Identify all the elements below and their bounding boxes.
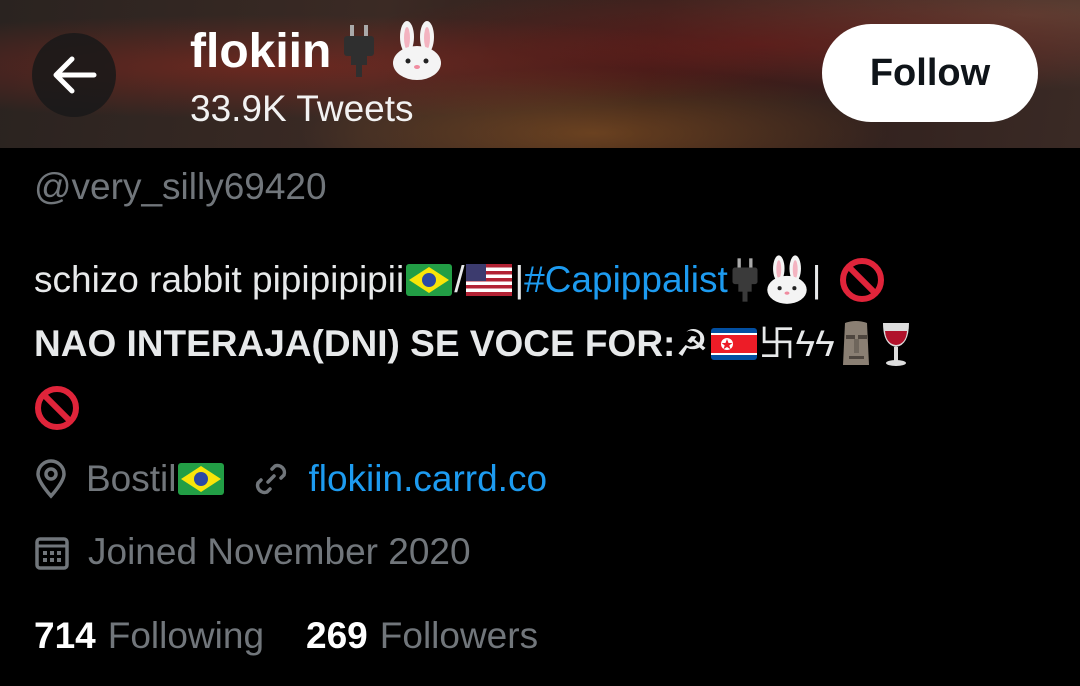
header-display-name: flokiin	[190, 21, 445, 81]
link-icon	[252, 460, 290, 498]
bio-dni-text: NAO INTERAJA(DNI) SE VOCE FOR:	[34, 323, 676, 364]
profile-bio: schizo rabbit pipipipipii / | #Capippali…	[34, 248, 1054, 440]
following-label: Following	[107, 615, 265, 656]
hammer-sickle-symbol: ☭	[675, 323, 709, 364]
us-flag-icon	[466, 264, 513, 296]
following-count: 714	[34, 615, 96, 656]
prohibited-icon	[839, 257, 885, 303]
followers-stat-link[interactable]: 269 Followers	[306, 615, 538, 657]
header-tweet-count: 33.9K Tweets	[190, 88, 414, 129]
followers-label: Followers	[379, 615, 539, 656]
display-name-text: flokiin	[190, 24, 332, 78]
brazil-flag-icon	[406, 264, 453, 296]
calendar-icon	[34, 533, 70, 571]
profile-header-banner: flokiin 33.9K Tweets Follow	[0, 0, 1080, 148]
back-button[interactable]	[32, 33, 116, 117]
arrow-left-icon	[50, 55, 98, 95]
plug-icon	[341, 25, 377, 77]
north-korea-flag-icon	[710, 328, 757, 360]
profile-handle: @very_silly69420	[34, 166, 327, 207]
follow-button[interactable]: Follow	[822, 24, 1038, 122]
bio-line-1: schizo rabbit pipipipipii / | #Capippali…	[34, 248, 1054, 312]
location-text: Bostil	[86, 458, 177, 499]
following-stat-link[interactable]: 714 Following	[34, 615, 264, 657]
joined-text: Joined November 2020	[88, 531, 471, 572]
bio-text: schizo rabbit pipipipipii	[34, 259, 405, 300]
profile-stats: 714 Following 269 Followers	[34, 615, 538, 657]
followers-count: 269	[306, 615, 368, 656]
profile-joined-row: Joined November 2020	[34, 531, 471, 573]
wine-glass-icon	[879, 319, 913, 369]
location-pin-icon	[34, 459, 68, 499]
rabbit-face-icon	[764, 255, 810, 305]
plug-icon	[730, 258, 760, 302]
bio-line-2: NAO INTERAJA(DNI) SE VOCE FOR: ☭ 卐ϟϟ	[34, 312, 1054, 376]
moai-icon	[837, 319, 875, 369]
website-link[interactable]: flokiin.carrd.co	[308, 458, 547, 500]
bio-hashtag-link[interactable]: #Capippalist	[524, 248, 728, 312]
bio-line-3	[34, 376, 1054, 440]
brazil-flag-icon	[178, 463, 225, 495]
prohibited-icon	[34, 385, 80, 431]
bio-separator: |	[514, 259, 525, 300]
rabbit-face-icon	[389, 21, 445, 81]
bio-separator: /	[454, 259, 465, 300]
bio-separator: |	[811, 259, 822, 300]
bio-symbols: 卐ϟϟ	[758, 323, 835, 364]
profile-location-website-row: Bostil flokiin.carrd.co	[34, 458, 547, 500]
